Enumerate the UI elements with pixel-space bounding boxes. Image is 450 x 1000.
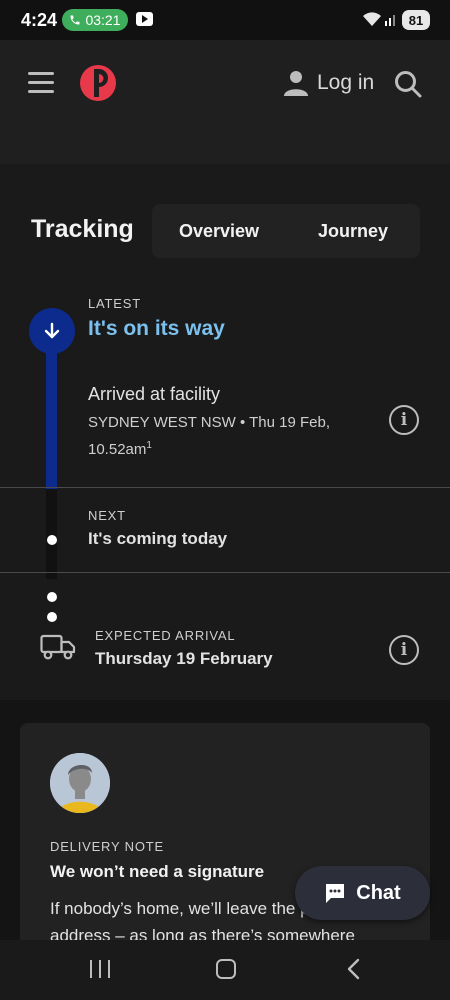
login-button[interactable]: Log in bbox=[284, 70, 374, 96]
progress-track bbox=[46, 331, 57, 489]
timeline-dot bbox=[47, 592, 57, 602]
expected-arrival-date: Thursday 19 February bbox=[95, 649, 273, 668]
latest-status: It's on its way bbox=[88, 317, 225, 340]
tracking-timeline: LATEST It's on its way Arrived at facili… bbox=[0, 294, 450, 700]
timeline-dot bbox=[47, 612, 57, 622]
youtube-icon bbox=[136, 12, 153, 26]
search-icon[interactable] bbox=[394, 70, 422, 98]
arrow-down-icon bbox=[44, 322, 60, 339]
chat-button[interactable]: Chat bbox=[295, 866, 430, 920]
tab-journey[interactable]: Journey bbox=[286, 204, 420, 258]
home-icon[interactable] bbox=[216, 959, 236, 979]
truck-icon bbox=[40, 634, 76, 660]
battery-indicator: 81 bbox=[402, 10, 430, 30]
australia-post-logo[interactable] bbox=[80, 65, 116, 101]
login-label: Log in bbox=[317, 71, 375, 94]
info-icon: i bbox=[400, 410, 408, 430]
call-timer: 03:21 bbox=[85, 12, 121, 28]
event-footnote: 1 bbox=[146, 440, 152, 451]
phone-icon bbox=[70, 15, 80, 25]
tab-group: Overview Journey bbox=[152, 204, 420, 258]
event-detail-text: SYDNEY WEST NSW • Thu 19 Feb, 10.52am bbox=[88, 414, 330, 458]
wifi-icon bbox=[363, 12, 381, 26]
system-nav-bar bbox=[0, 940, 450, 1000]
next-label: NEXT bbox=[88, 508, 126, 523]
latest-status-marker bbox=[29, 308, 75, 354]
signal-icon bbox=[385, 15, 395, 26]
next-status: It's coming today bbox=[88, 529, 228, 548]
page-title: Tracking bbox=[31, 215, 134, 243]
recent-apps-icon[interactable] bbox=[90, 960, 110, 978]
user-icon bbox=[284, 71, 308, 96]
expected-arrival-label: EXPECTED ARRIVAL bbox=[95, 628, 236, 643]
divider bbox=[0, 487, 450, 488]
tracking-tabs-row: Tracking Overview Journey bbox=[0, 164, 450, 294]
remaining-track bbox=[46, 489, 57, 579]
avatar bbox=[50, 753, 110, 813]
divider bbox=[0, 572, 450, 573]
delivery-note-title: We won’t need a signature bbox=[50, 862, 265, 881]
app-header: Log in bbox=[0, 40, 450, 164]
event-detail: SYDNEY WEST NSW • Thu 19 Feb, 10.52am1 bbox=[88, 411, 358, 461]
call-indicator[interactable]: 03:21 bbox=[62, 9, 128, 31]
back-icon[interactable] bbox=[344, 958, 364, 980]
chat-label: Chat bbox=[356, 881, 401, 904]
info-icon: i bbox=[400, 640, 408, 660]
event-info-button[interactable]: i bbox=[389, 405, 419, 435]
menu-icon[interactable] bbox=[28, 72, 54, 96]
delivery-note-label: DELIVERY NOTE bbox=[50, 839, 164, 854]
next-marker bbox=[47, 535, 57, 545]
status-bar: 4:24 03:21 81 bbox=[0, 0, 450, 40]
status-time: 4:24 bbox=[21, 10, 58, 30]
arrival-info-button[interactable]: i bbox=[389, 635, 419, 665]
tab-overview[interactable]: Overview bbox=[152, 204, 286, 258]
chat-bubble-icon bbox=[326, 884, 345, 903]
latest-label: LATEST bbox=[88, 296, 141, 311]
event-title: Arrived at facility bbox=[88, 384, 221, 404]
